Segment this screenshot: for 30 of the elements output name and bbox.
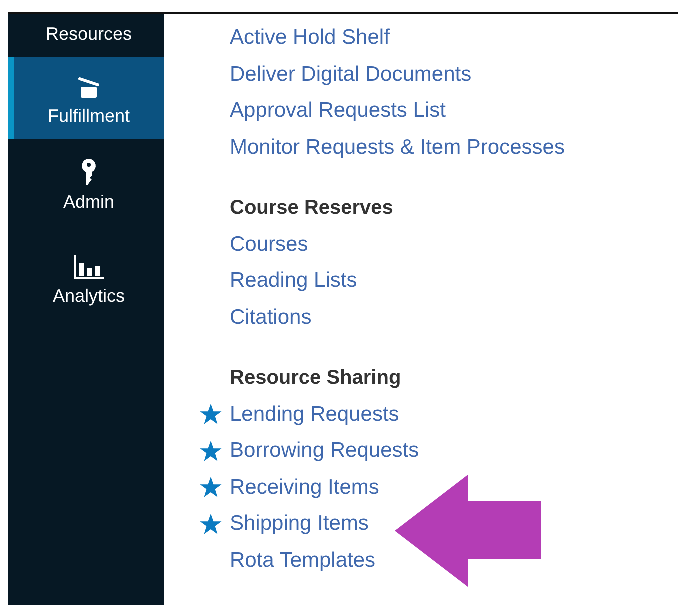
sidebar-item-label: Resources xyxy=(46,24,132,45)
menu-link[interactable]: Receiving Items xyxy=(230,476,380,500)
box-icon xyxy=(78,76,100,100)
sidebar-item[interactable]: Fulfillment xyxy=(8,57,164,139)
menu-link[interactable]: Deliver Digital Documents xyxy=(230,62,472,87)
menu-link[interactable]: Lending Requests xyxy=(230,402,400,427)
menu-link[interactable]: Borrowing Requests xyxy=(230,439,420,464)
menu-link[interactable]: Monitor Requests & Item Processes xyxy=(230,136,565,160)
menu-link[interactable]: Approval Requests List xyxy=(230,99,446,124)
section-heading: Resource Sharing xyxy=(230,366,402,390)
menu-link[interactable]: Courses xyxy=(230,232,308,257)
sidebar-item-label: Fulfillment xyxy=(48,106,130,127)
bar-chart-icon xyxy=(72,254,106,280)
menu-link[interactable]: Citations xyxy=(230,306,312,330)
star-icon xyxy=(200,514,222,535)
menu-link[interactable]: Active Hold Shelf xyxy=(230,26,390,50)
menu-link[interactable]: Shipping Items xyxy=(230,512,369,536)
sidebar-item[interactable]: Admin xyxy=(8,139,164,231)
section-heading: Course Reserves xyxy=(230,196,394,220)
star-icon xyxy=(200,404,222,426)
menu-link[interactable]: Rota Templates xyxy=(230,548,376,573)
sidebar-item[interactable]: Analytics xyxy=(8,231,164,323)
menu-link[interactable]: Reading Lists xyxy=(230,269,358,294)
sidebar-item-label: Analytics xyxy=(52,286,126,307)
key-icon xyxy=(80,158,98,186)
sidebar-item[interactable]: Resources xyxy=(8,14,164,57)
star-icon xyxy=(200,440,222,462)
star-icon xyxy=(200,477,222,498)
sidebar-item-label: Admin xyxy=(63,192,115,213)
arrow-icon xyxy=(395,475,541,587)
